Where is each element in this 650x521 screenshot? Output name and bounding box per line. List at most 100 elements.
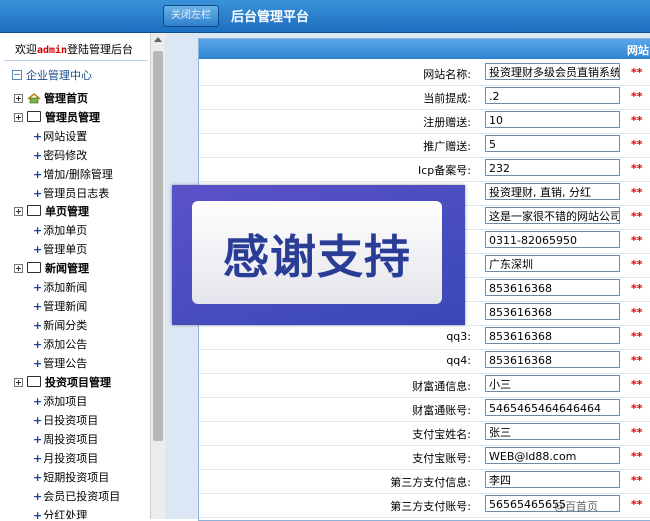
sidebar-item-label: 分红处理: [43, 509, 88, 519]
sidebar-item[interactable]: +管理公告: [33, 355, 87, 373]
field-input[interactable]: 张三: [485, 423, 620, 440]
required-mark: **: [631, 162, 643, 175]
required-mark: **: [631, 114, 643, 127]
expand-icon[interactable]: [14, 113, 23, 122]
field-input[interactable]: 投资理财, 直销, 分红: [485, 183, 620, 200]
required-mark: **: [631, 282, 643, 295]
plus-icon: +: [33, 149, 43, 162]
plus-icon: +: [33, 471, 43, 484]
plus-icon: +: [33, 281, 43, 294]
required-mark: **: [631, 474, 643, 487]
collapse-icon: [12, 70, 22, 80]
required-mark: **: [631, 66, 643, 79]
welcome-message: 欢迎admin登陆管理后台: [0, 41, 148, 57]
field-input[interactable]: .2: [485, 87, 620, 104]
form-row: 财富通信息: 小三 **: [199, 373, 650, 398]
field-input[interactable]: 853616368: [485, 351, 620, 368]
field-input[interactable]: 5: [485, 135, 620, 152]
sidebar-item[interactable]: +添加单页: [33, 222, 87, 240]
sidebar-item[interactable]: +添加公告: [33, 336, 87, 354]
sidebar-item[interactable]: +短期投资项目: [33, 469, 109, 487]
required-mark: **: [631, 186, 643, 199]
sidebar-item-label: 网站设置: [43, 130, 88, 143]
sidebar-item[interactable]: +网站设置: [33, 128, 87, 146]
sidebar-group-4[interactable]: 投资项目管理: [14, 374, 111, 392]
field-label: 推广赠送:: [423, 140, 471, 153]
plus-icon: +: [33, 490, 43, 503]
field-input[interactable]: 李四: [485, 471, 620, 488]
sidebar-item-label: 管理公告: [43, 357, 88, 370]
form-row: 第三方支付信息: 李四 **: [199, 469, 650, 494]
expand-icon[interactable]: [14, 378, 23, 387]
sidebar-item[interactable]: +分红处理: [33, 507, 87, 519]
expand-icon[interactable]: [14, 94, 23, 103]
field-input[interactable]: 5465465464646464: [485, 399, 620, 416]
sidebar-item[interactable]: +周投资项目: [33, 431, 98, 449]
field-input[interactable]: 853616368: [485, 303, 620, 320]
tree-root[interactable]: 企业管理中心: [12, 67, 92, 83]
sidebar-scrollbar[interactable]: [150, 33, 166, 519]
sidebar-group-3[interactable]: 新闻管理: [14, 260, 89, 278]
folder-icon: [27, 111, 41, 122]
scrollbar-thumb[interactable]: [153, 51, 163, 441]
required-mark: **: [631, 234, 643, 247]
field-label: 第三方支付信息:: [390, 476, 471, 489]
field-label: 当前提成:: [423, 92, 471, 105]
sidebar-item[interactable]: +日投资项目: [33, 412, 98, 430]
sidebar-item[interactable]: +新闻分类: [33, 317, 87, 335]
sidebar-item[interactable]: +会员已投资项目: [33, 488, 120, 506]
field-label: 网站名称:: [423, 68, 471, 81]
field-input[interactable]: 这是一家很不错的网站公司: [485, 207, 620, 224]
sidebar-item[interactable]: +密码修改: [33, 147, 87, 165]
top-bar: 关闭左栏 后台管理平台: [0, 0, 650, 33]
field-input[interactable]: 853616368: [485, 279, 620, 296]
sidebar-item-label: 新闻分类: [43, 319, 88, 332]
sidebar-group-1[interactable]: 管理员管理: [14, 109, 100, 127]
scroll-up-arrow-icon[interactable]: [154, 37, 162, 42]
field-input[interactable]: 投资理财多级会员直销系统免费: [485, 63, 620, 80]
plus-icon: +: [33, 395, 43, 408]
field-label: 支付宝账号:: [412, 452, 471, 465]
sidebar-item-label: 短期投资项目: [43, 471, 110, 484]
sidebar-item[interactable]: +月投资项目: [33, 450, 98, 468]
welcome-suffix: 登陆管理后台: [67, 43, 134, 56]
folder-icon: [27, 262, 41, 273]
home-icon: [27, 93, 41, 104]
sidebar: 欢迎admin登陆管理后台 企业管理中心 管理首页 管理员管理 +网站设置 +密码修改…: [0, 33, 148, 519]
form-row: qq4: 853616368 **: [199, 349, 650, 374]
thanks-banner: 感谢支持: [172, 185, 465, 325]
sidebar-item[interactable]: +管理单页: [33, 241, 87, 259]
sidebar-group-0[interactable]: 管理首页: [14, 90, 88, 108]
close-sidebar-button[interactable]: 关闭左栏: [163, 5, 219, 27]
form-row: 网站名称: 投资理财多级会员直销系统免费 **: [199, 61, 650, 86]
field-input[interactable]: 广东深圳: [485, 255, 620, 272]
plus-icon: +: [33, 187, 43, 200]
field-label: 财富通账号:: [412, 404, 471, 417]
field-input[interactable]: 10: [485, 111, 620, 128]
required-mark: **: [631, 258, 643, 271]
field-input[interactable]: 232: [485, 159, 620, 176]
field-input[interactable]: 853616368: [485, 327, 620, 344]
field-label: 财富通信息:: [412, 380, 471, 393]
field-input[interactable]: WEB@ld88.com: [485, 447, 620, 464]
expand-icon[interactable]: [14, 264, 23, 273]
panel-title: 网站: [627, 44, 649, 57]
sidebar-item[interactable]: +增加/删除管理: [33, 166, 113, 184]
field-input[interactable]: 小三: [485, 375, 620, 392]
field-input[interactable]: 0311-82065950: [485, 231, 620, 248]
sidebar-item-label: 周投资项目: [43, 433, 99, 446]
field-input[interactable]: 56565465655: [485, 495, 620, 512]
sidebar-item[interactable]: +添加新闻: [33, 279, 87, 297]
field-label: Icp备案号:: [418, 164, 471, 177]
sidebar-item[interactable]: +添加项目: [33, 393, 87, 411]
sidebar-item-label: 管理新闻: [43, 300, 88, 313]
form-row: 推广赠送: 5 **: [199, 133, 650, 158]
sidebar-item[interactable]: +管理新闻: [33, 298, 87, 316]
sidebar-group-2[interactable]: 单页管理: [14, 203, 89, 221]
required-mark: **: [631, 498, 643, 511]
required-mark: **: [631, 426, 643, 439]
expand-icon[interactable]: [14, 207, 23, 216]
plus-icon: +: [33, 414, 43, 427]
sidebar-item[interactable]: +管理员日志表: [33, 185, 109, 203]
thanks-banner-card: 感谢支持: [192, 201, 442, 304]
